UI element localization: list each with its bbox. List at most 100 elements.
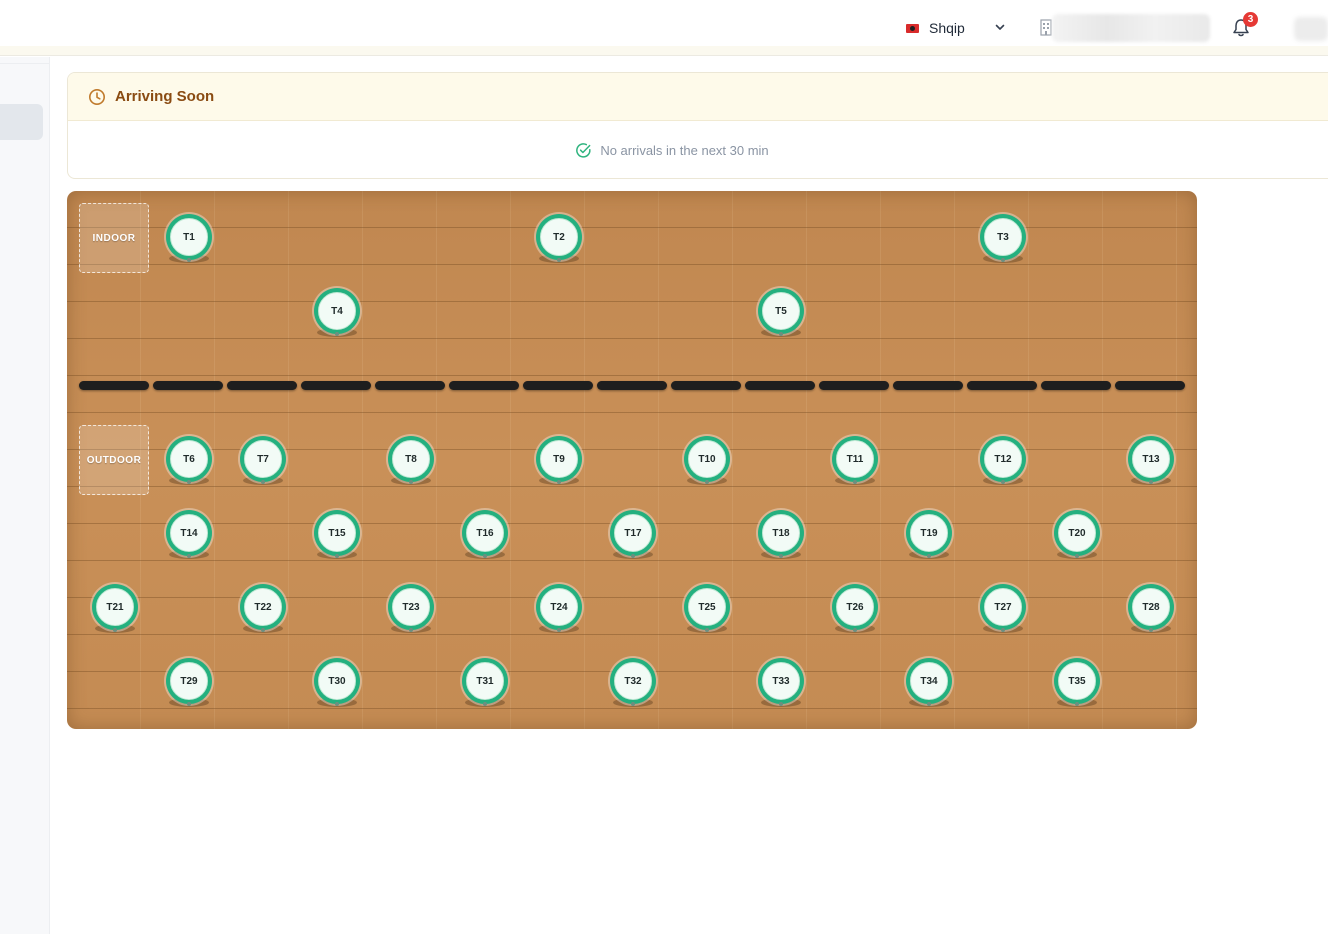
table-indicator-dot bbox=[335, 702, 339, 706]
table-indicator-dot bbox=[557, 258, 561, 262]
zone-divider-segment bbox=[523, 381, 593, 390]
table-label: T16 bbox=[466, 514, 504, 552]
table-t35[interactable]: T35 bbox=[1054, 658, 1100, 707]
table-t27[interactable]: T27 bbox=[980, 584, 1026, 633]
table-status-ring: T17 bbox=[610, 510, 656, 556]
table-t17[interactable]: T17 bbox=[610, 510, 656, 559]
table-t13[interactable]: T13 bbox=[1128, 436, 1174, 485]
table-label: T6 bbox=[170, 440, 208, 478]
table-t14[interactable]: T14 bbox=[166, 510, 212, 559]
table-status-ring: T1 bbox=[166, 214, 212, 260]
table-label: T35 bbox=[1058, 662, 1096, 700]
table-t21[interactable]: T21 bbox=[92, 584, 138, 633]
notification-badge: 3 bbox=[1243, 12, 1258, 27]
table-t5[interactable]: T5 bbox=[758, 288, 804, 337]
table-indicator-dot bbox=[1075, 702, 1079, 706]
table-status-ring: T12 bbox=[980, 436, 1026, 482]
table-label: T13 bbox=[1132, 440, 1170, 478]
table-indicator-dot bbox=[187, 480, 191, 484]
language-selector[interactable]: Shqip bbox=[906, 17, 965, 39]
table-indicator-dot bbox=[705, 628, 709, 632]
table-status-ring: T14 bbox=[166, 510, 212, 556]
table-t24[interactable]: T24 bbox=[536, 584, 582, 633]
table-t12[interactable]: T12 bbox=[980, 436, 1026, 485]
table-indicator-dot bbox=[705, 480, 709, 484]
table-t19[interactable]: T19 bbox=[906, 510, 952, 559]
top-header: Shqip 3 bbox=[0, 0, 1328, 46]
table-status-ring: T16 bbox=[462, 510, 508, 556]
table-t30[interactable]: T30 bbox=[314, 658, 360, 707]
table-t8[interactable]: T8 bbox=[388, 436, 434, 485]
table-t1[interactable]: T1 bbox=[166, 214, 212, 263]
table-indicator-dot bbox=[631, 554, 635, 558]
table-t15[interactable]: T15 bbox=[314, 510, 360, 559]
table-status-ring: T13 bbox=[1128, 436, 1174, 482]
table-label: T23 bbox=[392, 588, 430, 626]
table-indicator-dot bbox=[779, 554, 783, 558]
table-label: T10 bbox=[688, 440, 726, 478]
zone-divider-segment bbox=[1115, 381, 1185, 390]
table-indicator-dot bbox=[1001, 628, 1005, 632]
table-t26[interactable]: T26 bbox=[832, 584, 878, 633]
table-status-ring: T31 bbox=[462, 658, 508, 704]
table-t4[interactable]: T4 bbox=[314, 288, 360, 337]
table-status-ring: T19 bbox=[906, 510, 952, 556]
table-label: T28 bbox=[1132, 588, 1170, 626]
table-t3[interactable]: T3 bbox=[980, 214, 1026, 263]
table-label: T25 bbox=[688, 588, 726, 626]
table-status-ring: T3 bbox=[980, 214, 1026, 260]
table-indicator-dot bbox=[261, 480, 265, 484]
table-label: T1 bbox=[170, 218, 208, 256]
table-t16[interactable]: T16 bbox=[462, 510, 508, 559]
table-t22[interactable]: T22 bbox=[240, 584, 286, 633]
zone-label-outdoor: OUTDOOR bbox=[79, 425, 149, 495]
table-t25[interactable]: T25 bbox=[684, 584, 730, 633]
arriving-soon-header: Arriving Soon bbox=[68, 73, 1328, 121]
table-indicator-dot bbox=[779, 332, 783, 336]
user-menu[interactable] bbox=[1294, 17, 1328, 41]
table-t31[interactable]: T31 bbox=[462, 658, 508, 707]
check-circle-icon bbox=[576, 142, 591, 158]
zone-divider-segment bbox=[375, 381, 445, 390]
table-t28[interactable]: T28 bbox=[1128, 584, 1174, 633]
table-label: T11 bbox=[836, 440, 874, 478]
table-t23[interactable]: T23 bbox=[388, 584, 434, 633]
zone-divider-segment bbox=[153, 381, 223, 390]
zone-divider-segment bbox=[745, 381, 815, 390]
table-t33[interactable]: T33 bbox=[758, 658, 804, 707]
table-t34[interactable]: T34 bbox=[906, 658, 952, 707]
table-status-ring: T24 bbox=[536, 584, 582, 630]
table-indicator-dot bbox=[853, 480, 857, 484]
table-indicator-dot bbox=[557, 480, 561, 484]
table-status-ring: T10 bbox=[684, 436, 730, 482]
table-t32[interactable]: T32 bbox=[610, 658, 656, 707]
table-status-ring: T7 bbox=[240, 436, 286, 482]
table-t2[interactable]: T2 bbox=[536, 214, 582, 263]
table-label: T2 bbox=[540, 218, 578, 256]
table-label: T34 bbox=[910, 662, 948, 700]
chevron-down-icon[interactable] bbox=[994, 21, 1006, 33]
table-status-ring: T9 bbox=[536, 436, 582, 482]
table-status-ring: T23 bbox=[388, 584, 434, 630]
table-indicator-dot bbox=[927, 702, 931, 706]
venue-selector[interactable] bbox=[1052, 14, 1210, 42]
table-status-ring: T22 bbox=[240, 584, 286, 630]
table-t9[interactable]: T9 bbox=[536, 436, 582, 485]
sidebar-item-active[interactable] bbox=[0, 104, 43, 140]
table-status-ring: T18 bbox=[758, 510, 804, 556]
table-t6[interactable]: T6 bbox=[166, 436, 212, 485]
table-label: T33 bbox=[762, 662, 800, 700]
table-t29[interactable]: T29 bbox=[166, 658, 212, 707]
zone-divider-segment bbox=[1041, 381, 1111, 390]
table-status-ring: T4 bbox=[314, 288, 360, 334]
table-t11[interactable]: T11 bbox=[832, 436, 878, 485]
table-t18[interactable]: T18 bbox=[758, 510, 804, 559]
table-t10[interactable]: T10 bbox=[684, 436, 730, 485]
zone-divider-segment bbox=[301, 381, 371, 390]
table-status-ring: T21 bbox=[92, 584, 138, 630]
table-label: T32 bbox=[614, 662, 652, 700]
table-indicator-dot bbox=[483, 702, 487, 706]
table-t20[interactable]: T20 bbox=[1054, 510, 1100, 559]
table-t7[interactable]: T7 bbox=[240, 436, 286, 485]
zone-divider-segment bbox=[819, 381, 889, 390]
